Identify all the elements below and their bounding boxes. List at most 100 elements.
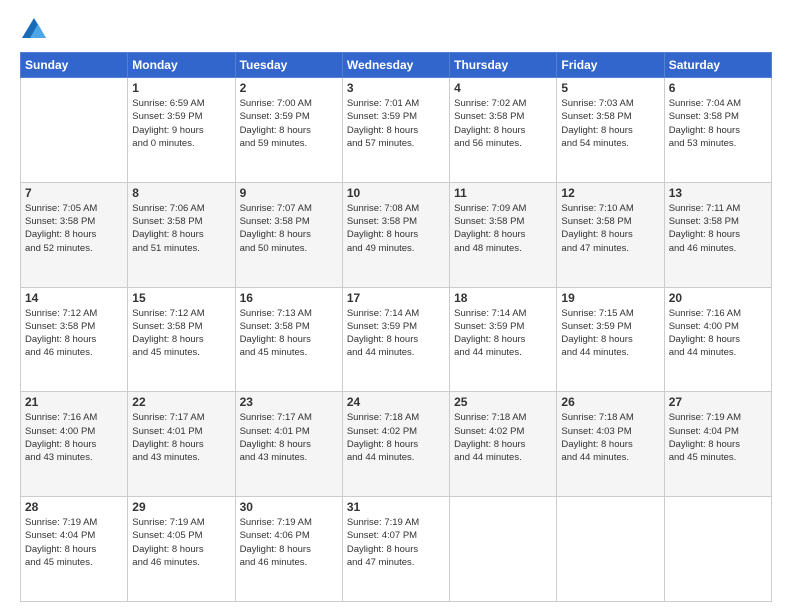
calendar-cell: 1Sunrise: 6:59 AMSunset: 3:59 PMDaylight… [128,78,235,183]
day-number: 16 [240,291,338,305]
weekday-header-saturday: Saturday [664,53,771,78]
day-info: Sunrise: 7:10 AMSunset: 3:58 PMDaylight:… [561,202,659,255]
day-info: Sunrise: 7:19 AMSunset: 4:06 PMDaylight:… [240,516,338,569]
calendar-cell: 9Sunrise: 7:07 AMSunset: 3:58 PMDaylight… [235,182,342,287]
day-number: 6 [669,81,767,95]
calendar-cell: 19 Sunrise: 7:15 AMSunset: 3:59 PMDayligh… [557,287,664,392]
calendar-cell: 17 Sunrise: 7:14 AMSunset: 3:59 PMDayligh… [342,287,449,392]
day-info: Sunrise: 7:18 AMSunset: 4:03 PMDaylight:… [561,411,659,464]
day-number: 1 [132,81,230,95]
calendar-cell: 7 Sunrise: 7:05 AMSunset: 3:58 PMDaylight… [21,182,128,287]
day-info: Sunrise: 7:01 AMSunset: 3:59 PMDaylight:… [347,97,445,150]
day-number: 20 [669,291,767,305]
day-number: 12 [561,186,659,200]
day-number: 10 [347,186,445,200]
day-info: Sunrise: 7:15 AMSunset: 3:59 PMDaylight:… [561,307,659,360]
day-number: 14 [25,291,123,305]
day-number: 11 [454,186,552,200]
calendar-cell: 21Sunrise: 7:16 AMSunset: 4:00 PMDayligh… [21,392,128,497]
page: SundayMondayTuesdayWednesdayThursdayFrid… [0,0,792,612]
calendar-cell: 26 Sunrise: 7:18 AMSunset: 4:03 PMDayligh… [557,392,664,497]
day-info: Sunrise: 7:14 AMSunset: 3:59 PMDaylight:… [347,307,445,360]
calendar-cell: 5 Sunrise: 7:03 AMSunset: 3:58 PMDaylight… [557,78,664,183]
day-number: 21 [25,395,123,409]
calendar-cell: 27Sunrise: 7:19 AMSunset: 4:04 PMDayligh… [664,392,771,497]
logo-icon [20,16,48,44]
day-number: 2 [240,81,338,95]
day-info: Sunrise: 7:14 AMSunset: 3:59 PMDaylight:… [454,307,552,360]
calendar-cell: 12 Sunrise: 7:10 AMSunset: 3:58 PMDayligh… [557,182,664,287]
calendar-cell: 10 Sunrise: 7:08 AMSunset: 3:58 PMDayligh… [342,182,449,287]
day-number: 30 [240,500,338,514]
day-info: Sunrise: 7:12 AMSunset: 3:58 PMDaylight:… [25,307,123,360]
calendar-cell: 31 Sunrise: 7:19 AMSunset: 4:07 PMDayligh… [342,497,449,602]
day-number: 25 [454,395,552,409]
calendar-cell: 4 Sunrise: 7:02 AMSunset: 3:58 PMDaylight… [450,78,557,183]
day-info: Sunrise: 7:04 AMSunset: 3:58 PMDaylight:… [669,97,767,150]
day-info: Sunrise: 7:19 AMSunset: 4:04 PMDaylight:… [25,516,123,569]
day-info: Sunrise: 7:13 AMSunset: 3:58 PMDaylight:… [240,307,338,360]
day-number: 27 [669,395,767,409]
day-info: Sunrise: 7:18 AMSunset: 4:02 PMDaylight:… [454,411,552,464]
weekday-header-tuesday: Tuesday [235,53,342,78]
calendar-week-row: 7 Sunrise: 7:05 AMSunset: 3:58 PMDaylight… [21,182,772,287]
calendar-cell: 24 Sunrise: 7:18 AMSunset: 4:02 PMDayligh… [342,392,449,497]
calendar-cell [664,497,771,602]
day-number: 8 [132,186,230,200]
day-number: 31 [347,500,445,514]
calendar-cell: 29 Sunrise: 7:19 AMSunset: 4:05 PMDayligh… [128,497,235,602]
calendar-cell: 30 Sunrise: 7:19 AMSunset: 4:06 PMDayligh… [235,497,342,602]
day-info: Sunrise: 7:12 AMSunset: 3:58 PMDaylight:… [132,307,230,360]
day-number: 7 [25,186,123,200]
day-number: 13 [669,186,767,200]
weekday-header-sunday: Sunday [21,53,128,78]
day-number: 9 [240,186,338,200]
day-number: 5 [561,81,659,95]
day-number: 3 [347,81,445,95]
day-info: Sunrise: 7:11 AMSunset: 3:58 PMDaylight:… [669,202,767,255]
day-info: Sunrise: 7:18 AMSunset: 4:02 PMDaylight:… [347,411,445,464]
calendar-cell: 11 Sunrise: 7:09 AMSunset: 3:58 PMDayligh… [450,182,557,287]
day-number: 23 [240,395,338,409]
day-info: Sunrise: 7:03 AMSunset: 3:58 PMDaylight:… [561,97,659,150]
day-info: Sunrise: 7:17 AMSunset: 4:01 PMDaylight:… [132,411,230,464]
day-number: 4 [454,81,552,95]
day-number: 28 [25,500,123,514]
calendar-cell: 3 Sunrise: 7:01 AMSunset: 3:59 PMDaylight… [342,78,449,183]
day-number: 26 [561,395,659,409]
calendar-week-row: 28 Sunrise: 7:19 AMSunset: 4:04 PMDayligh… [21,497,772,602]
day-info: Sunrise: 7:09 AMSunset: 3:58 PMDaylight:… [454,202,552,255]
day-number: 22 [132,395,230,409]
calendar-cell: 23 Sunrise: 7:17 AMSunset: 4:01 PMDayligh… [235,392,342,497]
day-info: Sunrise: 7:08 AMSunset: 3:58 PMDaylight:… [347,202,445,255]
day-info: Sunrise: 7:16 AMSunset: 4:00 PMDaylight:… [669,307,767,360]
calendar-cell [557,497,664,602]
day-info: Sunrise: 7:17 AMSunset: 4:01 PMDaylight:… [240,411,338,464]
day-info: Sunrise: 7:19 AMSunset: 4:05 PMDaylight:… [132,516,230,569]
day-number: 19 [561,291,659,305]
logo [20,16,52,44]
calendar-cell: 15 Sunrise: 7:12 AMSunset: 3:58 PMDayligh… [128,287,235,392]
calendar-cell: 22 Sunrise: 7:17 AMSunset: 4:01 PMDayligh… [128,392,235,497]
day-number: 24 [347,395,445,409]
calendar-cell [450,497,557,602]
calendar-cell: 6 Sunrise: 7:04 AMSunset: 3:58 PMDaylight… [664,78,771,183]
day-info: Sunrise: 7:19 AMSunset: 4:07 PMDaylight:… [347,516,445,569]
day-number: 17 [347,291,445,305]
day-number: 29 [132,500,230,514]
weekday-header-wednesday: Wednesday [342,53,449,78]
day-number: 15 [132,291,230,305]
day-info: Sunrise: 7:05 AMSunset: 3:58 PMDaylight:… [25,202,123,255]
weekday-header-friday: Friday [557,53,664,78]
day-info: Sunrise: 7:00 AMSunset: 3:59 PMDaylight:… [240,97,338,150]
calendar-cell [21,78,128,183]
calendar-cell: 18Sunrise: 7:14 AMSunset: 3:59 PMDayligh… [450,287,557,392]
weekday-header-thursday: Thursday [450,53,557,78]
day-info: Sunrise: 7:06 AMSunset: 3:58 PMDaylight:… [132,202,230,255]
day-info: Sunrise: 7:02 AMSunset: 3:58 PMDaylight:… [454,97,552,150]
calendar-cell: 28 Sunrise: 7:19 AMSunset: 4:04 PMDayligh… [21,497,128,602]
calendar-week-row: 1Sunrise: 6:59 AMSunset: 3:59 PMDaylight… [21,78,772,183]
header [20,16,772,44]
calendar-cell: 16 Sunrise: 7:13 AMSunset: 3:58 PMDayligh… [235,287,342,392]
calendar-cell: 25 Sunrise: 7:18 AMSunset: 4:02 PMDayligh… [450,392,557,497]
